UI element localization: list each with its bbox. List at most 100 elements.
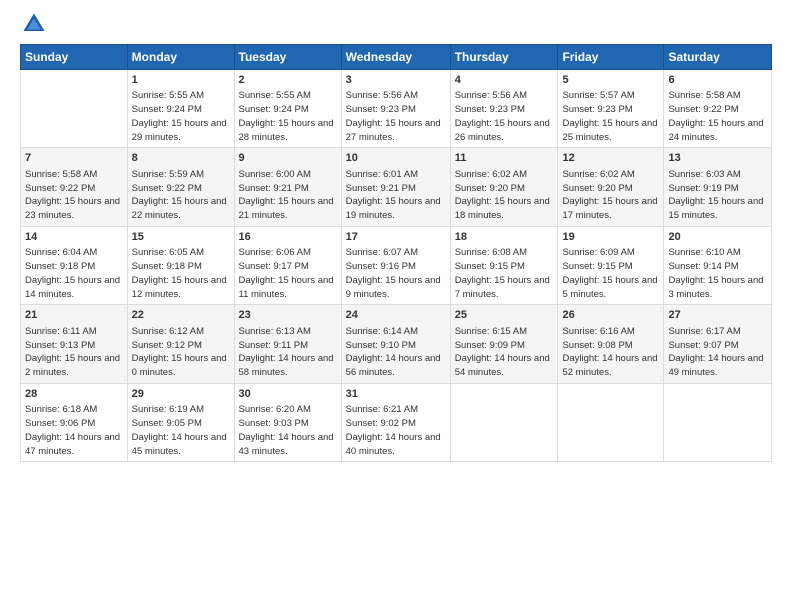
day-number: 12	[562, 151, 659, 166]
day-info: Sunrise: 6:20 AMSunset: 9:03 PMDaylight:…	[239, 403, 337, 458]
day-info: Sunrise: 5:56 AMSunset: 9:23 PMDaylight:…	[346, 89, 446, 144]
calendar-week-2: 7Sunrise: 5:58 AMSunset: 9:22 PMDaylight…	[21, 148, 772, 226]
day-info: Sunrise: 5:55 AMSunset: 9:24 PMDaylight:…	[239, 89, 337, 144]
calendar-week-4: 21 Sunrise: 6:11 AMSunset: 9:13 PMDayligh…	[21, 305, 772, 383]
day-number: 29	[132, 387, 230, 402]
calendar-cell: 13 Sunrise: 6:03 AMSunset: 9:19 PMDayligh…	[664, 148, 772, 226]
day-info: Sunrise: 5:59 AMSunset: 9:22 PMDaylight:…	[132, 168, 230, 223]
day-info: Sunrise: 6:02 AMSunset: 9:20 PMDaylight:…	[455, 168, 554, 223]
day-number: 4	[455, 73, 554, 88]
calendar-week-5: 28Sunrise: 6:18 AMSunset: 9:06 PMDayligh…	[21, 383, 772, 461]
calendar-cell: 18Sunrise: 6:08 AMSunset: 9:15 PMDayligh…	[450, 226, 558, 304]
calendar-cell: 14Sunrise: 6:04 AMSunset: 9:18 PMDayligh…	[21, 226, 128, 304]
day-info: Sunrise: 5:58 AMSunset: 9:22 PMDaylight:…	[668, 89, 767, 144]
calendar-cell: 20Sunrise: 6:10 AMSunset: 9:14 PMDayligh…	[664, 226, 772, 304]
logo-icon	[20, 10, 48, 38]
day-number: 13	[668, 151, 767, 166]
calendar-header-thursday: Thursday	[450, 45, 558, 70]
calendar-header-monday: Monday	[127, 45, 234, 70]
calendar-cell	[450, 383, 558, 461]
day-info: Sunrise: 6:08 AMSunset: 9:15 PMDaylight:…	[455, 246, 554, 301]
day-number: 5	[562, 73, 659, 88]
day-info: Sunrise: 6:02 AMSunset: 9:20 PMDaylight:…	[562, 168, 659, 223]
calendar-header-row: SundayMondayTuesdayWednesdayThursdayFrid…	[21, 45, 772, 70]
logo	[20, 10, 52, 38]
day-number: 18	[455, 230, 554, 245]
calendar-cell: 6Sunrise: 5:58 AMSunset: 9:22 PMDaylight…	[664, 70, 772, 148]
calendar-cell: 17Sunrise: 6:07 AMSunset: 9:16 PMDayligh…	[341, 226, 450, 304]
day-number: 19	[562, 230, 659, 245]
day-number: 25	[455, 308, 554, 323]
day-number: 10	[346, 151, 446, 166]
day-info: Sunrise: 6:11 AMSunset: 9:13 PMDaylight:…	[25, 325, 123, 380]
day-number: 14	[25, 230, 123, 245]
day-info: Sunrise: 6:09 AMSunset: 9:15 PMDaylight:…	[562, 246, 659, 301]
calendar-cell: 7Sunrise: 5:58 AMSunset: 9:22 PMDaylight…	[21, 148, 128, 226]
day-number: 20	[668, 230, 767, 245]
calendar-cell: 21 Sunrise: 6:11 AMSunset: 9:13 PMDayligh…	[21, 305, 128, 383]
day-number: 26	[562, 308, 659, 323]
calendar-cell: 8 Sunrise: 5:59 AMSunset: 9:22 PMDaylight…	[127, 148, 234, 226]
calendar-cell: 10 Sunrise: 6:01 AMSunset: 9:21 PMDayligh…	[341, 148, 450, 226]
day-number: 2	[239, 73, 337, 88]
day-info: Sunrise: 6:21 AMSunset: 9:02 PMDaylight:…	[346, 403, 446, 458]
day-info: Sunrise: 6:05 AMSunset: 9:18 PMDaylight:…	[132, 246, 230, 301]
header	[20, 10, 772, 38]
day-info: Sunrise: 6:01 AMSunset: 9:21 PMDaylight:…	[346, 168, 446, 223]
calendar-header-friday: Friday	[558, 45, 664, 70]
calendar-cell: 31Sunrise: 6:21 AMSunset: 9:02 PMDayligh…	[341, 383, 450, 461]
calendar-cell: 15Sunrise: 6:05 AMSunset: 9:18 PMDayligh…	[127, 226, 234, 304]
calendar-cell: 22Sunrise: 6:12 AMSunset: 9:12 PMDayligh…	[127, 305, 234, 383]
calendar-cell: 5Sunrise: 5:57 AMSunset: 9:23 PMDaylight…	[558, 70, 664, 148]
day-number: 15	[132, 230, 230, 245]
calendar-cell: 19Sunrise: 6:09 AMSunset: 9:15 PMDayligh…	[558, 226, 664, 304]
day-info: Sunrise: 6:17 AMSunset: 9:07 PMDaylight:…	[668, 325, 767, 380]
day-info: Sunrise: 6:18 AMSunset: 9:06 PMDaylight:…	[25, 403, 123, 458]
calendar-cell	[21, 70, 128, 148]
calendar-cell: 3Sunrise: 5:56 AMSunset: 9:23 PMDaylight…	[341, 70, 450, 148]
calendar-cell	[558, 383, 664, 461]
calendar-cell: 2Sunrise: 5:55 AMSunset: 9:24 PMDaylight…	[234, 70, 341, 148]
calendar-cell: 16Sunrise: 6:06 AMSunset: 9:17 PMDayligh…	[234, 226, 341, 304]
day-info: Sunrise: 5:57 AMSunset: 9:23 PMDaylight:…	[562, 89, 659, 144]
day-info: Sunrise: 5:56 AMSunset: 9:23 PMDaylight:…	[455, 89, 554, 144]
day-info: Sunrise: 6:04 AMSunset: 9:18 PMDaylight:…	[25, 246, 123, 301]
day-info: Sunrise: 6:13 AMSunset: 9:11 PMDaylight:…	[239, 325, 337, 380]
calendar-cell: 9 Sunrise: 6:00 AMSunset: 9:21 PMDaylight…	[234, 148, 341, 226]
day-number: 28	[25, 387, 123, 402]
calendar-cell: 12 Sunrise: 6:02 AMSunset: 9:20 PMDayligh…	[558, 148, 664, 226]
calendar-cell: 23 Sunrise: 6:13 AMSunset: 9:11 PMDayligh…	[234, 305, 341, 383]
day-number: 1	[132, 73, 230, 88]
day-info: Sunrise: 6:19 AMSunset: 9:05 PMDaylight:…	[132, 403, 230, 458]
calendar-cell: 4Sunrise: 5:56 AMSunset: 9:23 PMDaylight…	[450, 70, 558, 148]
day-number: 22	[132, 308, 230, 323]
calendar-week-1: 1Sunrise: 5:55 AMSunset: 9:24 PMDaylight…	[21, 70, 772, 148]
day-number: 9	[239, 151, 337, 166]
calendar-header-sunday: Sunday	[21, 45, 128, 70]
calendar-table: SundayMondayTuesdayWednesdayThursdayFrid…	[20, 44, 772, 462]
day-number: 3	[346, 73, 446, 88]
calendar-cell: 24Sunrise: 6:14 AMSunset: 9:10 PMDayligh…	[341, 305, 450, 383]
day-number: 30	[239, 387, 337, 402]
day-info: Sunrise: 6:06 AMSunset: 9:17 PMDaylight:…	[239, 246, 337, 301]
day-info: Sunrise: 6:16 AMSunset: 9:08 PMDaylight:…	[562, 325, 659, 380]
day-number: 27	[668, 308, 767, 323]
day-info: Sunrise: 6:10 AMSunset: 9:14 PMDaylight:…	[668, 246, 767, 301]
calendar-cell: 27 Sunrise: 6:17 AMSunset: 9:07 PMDayligh…	[664, 305, 772, 383]
day-number: 21	[25, 308, 123, 323]
calendar-cell: 25Sunrise: 6:15 AMSunset: 9:09 PMDayligh…	[450, 305, 558, 383]
day-info: Sunrise: 5:55 AMSunset: 9:24 PMDaylight:…	[132, 89, 230, 144]
calendar-page: SundayMondayTuesdayWednesdayThursdayFrid…	[0, 0, 792, 612]
calendar-cell: 1Sunrise: 5:55 AMSunset: 9:24 PMDaylight…	[127, 70, 234, 148]
day-info: Sunrise: 6:03 AMSunset: 9:19 PMDaylight:…	[668, 168, 767, 223]
calendar-cell: 26 Sunrise: 6:16 AMSunset: 9:08 PMDayligh…	[558, 305, 664, 383]
calendar-cell	[664, 383, 772, 461]
day-info: Sunrise: 6:07 AMSunset: 9:16 PMDaylight:…	[346, 246, 446, 301]
day-number: 23	[239, 308, 337, 323]
day-number: 8	[132, 151, 230, 166]
calendar-cell: 11Sunrise: 6:02 AMSunset: 9:20 PMDayligh…	[450, 148, 558, 226]
day-number: 7	[25, 151, 123, 166]
day-info: Sunrise: 6:00 AMSunset: 9:21 PMDaylight:…	[239, 168, 337, 223]
calendar-header-tuesday: Tuesday	[234, 45, 341, 70]
day-number: 31	[346, 387, 446, 402]
